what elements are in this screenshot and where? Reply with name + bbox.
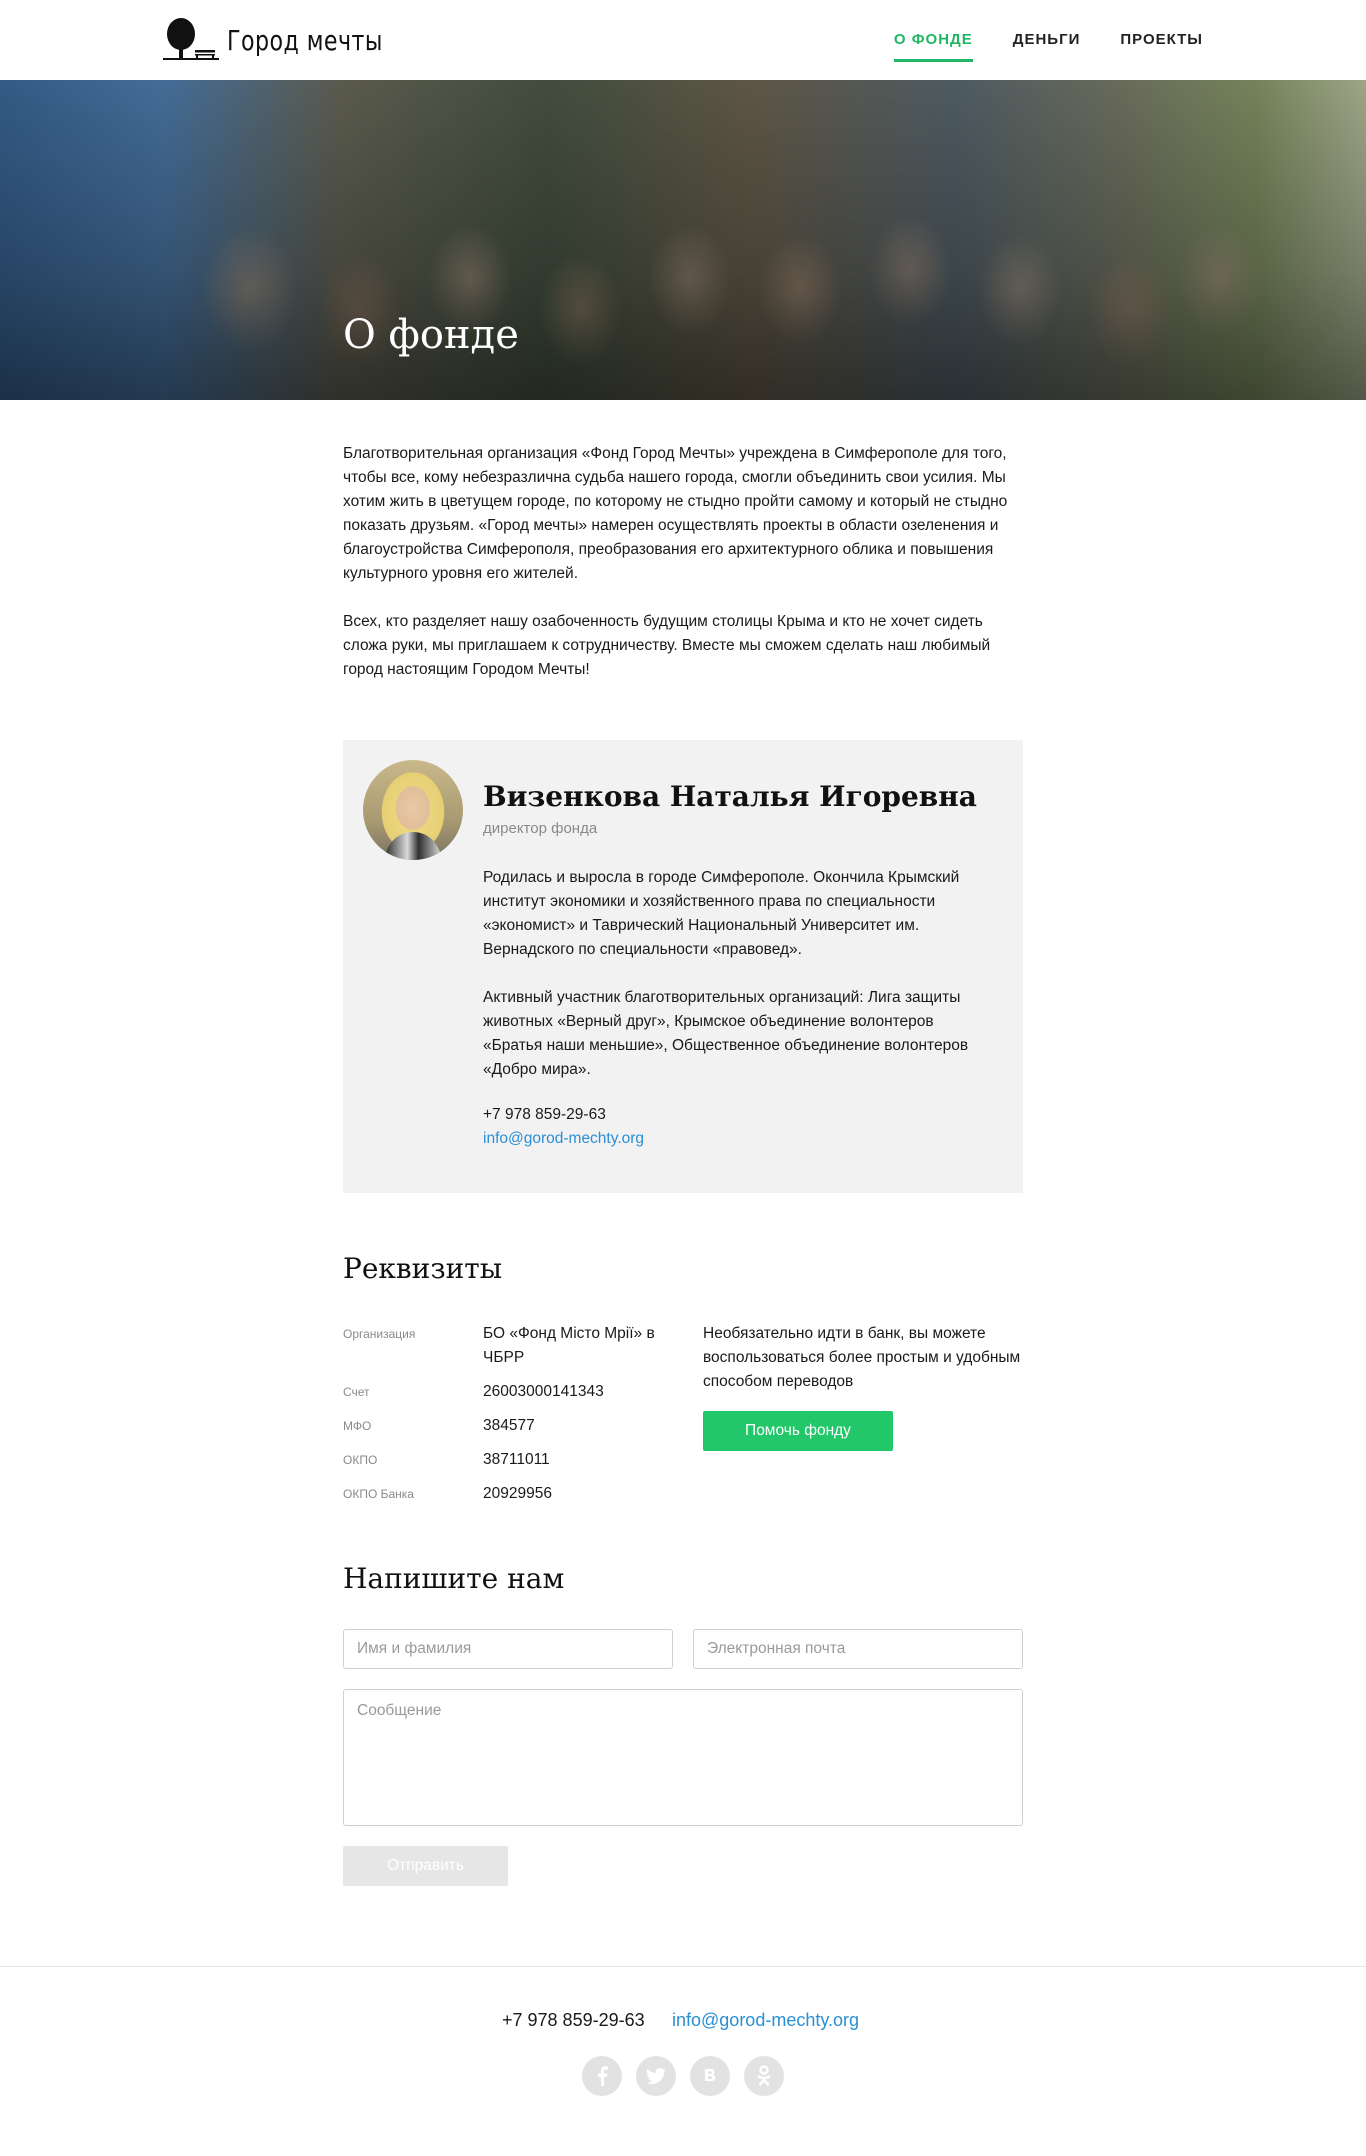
hero-banner: О фонде <box>0 80 1366 400</box>
requisite-label: ОКПО Банка <box>343 1487 414 1501</box>
vk-icon[interactable] <box>690 2056 730 2096</box>
intro-paragraph: Благотворительная организация «Фонд Горо… <box>343 445 1008 582</box>
contact-title: Напишите нам <box>343 1562 565 1595</box>
nav-item-money[interactable]: Деньги <box>1013 0 1081 80</box>
footer-phone: +7 978 859-29-63 <box>502 2010 645 2030</box>
intro-paragraph: Всех, кто разделяет нашу озабоченность б… <box>343 613 991 678</box>
nav-item-projects[interactable]: Проекты <box>1120 0 1203 80</box>
director-bio: Родилась и выросла в городе Симферополе.… <box>483 866 983 1082</box>
requisite-value: 26003000141343 <box>483 1383 604 1400</box>
bio-paragraph: Родилась и выросла в городе Симферополе.… <box>483 869 960 958</box>
footer-divider <box>0 1966 1366 1967</box>
requisite-label: Счет <box>343 1385 370 1399</box>
logo-link[interactable]: Город мечты <box>163 16 404 64</box>
footer-email-link[interactable]: info@gorod-mechty.org <box>672 2010 859 2031</box>
facebook-icon[interactable] <box>582 2056 622 2096</box>
director-card: Визенкова Наталья Игоревна директор фонд… <box>343 740 1023 1193</box>
director-role: директор фонда <box>483 820 598 837</box>
page-title: О фонде <box>343 312 519 358</box>
name-field[interactable] <box>343 1629 673 1669</box>
director-phone: +7 978 859-29-63 <box>483 1106 606 1123</box>
requisite-label: МФО <box>343 1419 372 1433</box>
bio-paragraph: Активный участник благотворительных орга… <box>483 989 969 1078</box>
avatar <box>363 760 463 860</box>
requisite-label: ОКПО <box>343 1453 378 1467</box>
requisite-value: 20929956 <box>483 1485 552 1502</box>
site-header: Город мечты О фонде Деньги Проекты <box>0 0 1366 80</box>
submit-button[interactable]: Отправить <box>343 1846 508 1886</box>
main-nav: О фонде Деньги Проекты <box>893 0 1203 80</box>
hero-photo-overlay <box>0 80 1366 400</box>
tree-bench-icon <box>163 17 219 63</box>
brand-name: Город мечты <box>227 23 383 57</box>
odnoklassniki-icon[interactable] <box>744 2056 784 2096</box>
requisite-value: 38711011 <box>483 1451 550 1468</box>
nav-item-about[interactable]: О фонде <box>893 0 973 80</box>
intro-section: Благотворительная организация «Фонд Горо… <box>343 442 1023 682</box>
email-field[interactable] <box>693 1629 1023 1669</box>
twitter-icon[interactable] <box>636 2056 676 2096</box>
requisite-value: 384577 <box>483 1417 535 1434</box>
message-field[interactable] <box>343 1689 1023 1826</box>
help-fund-button[interactable]: Помочь фонду <box>703 1411 893 1451</box>
avatar-clothing <box>385 832 441 860</box>
director-email-link[interactable]: info@gorod-mechty.org <box>483 1130 644 1148</box>
director-name: Визенкова Наталья Игоревна <box>483 780 977 813</box>
bank-note: Необязательно идти в банк, вы можете вос… <box>703 1325 1021 1390</box>
requisite-value: БО «Фонд Місто Мрії» в ЧБРР <box>483 1325 655 1366</box>
requisite-label: Организация <box>343 1327 416 1341</box>
requisites-title: Реквизиты <box>343 1252 503 1285</box>
